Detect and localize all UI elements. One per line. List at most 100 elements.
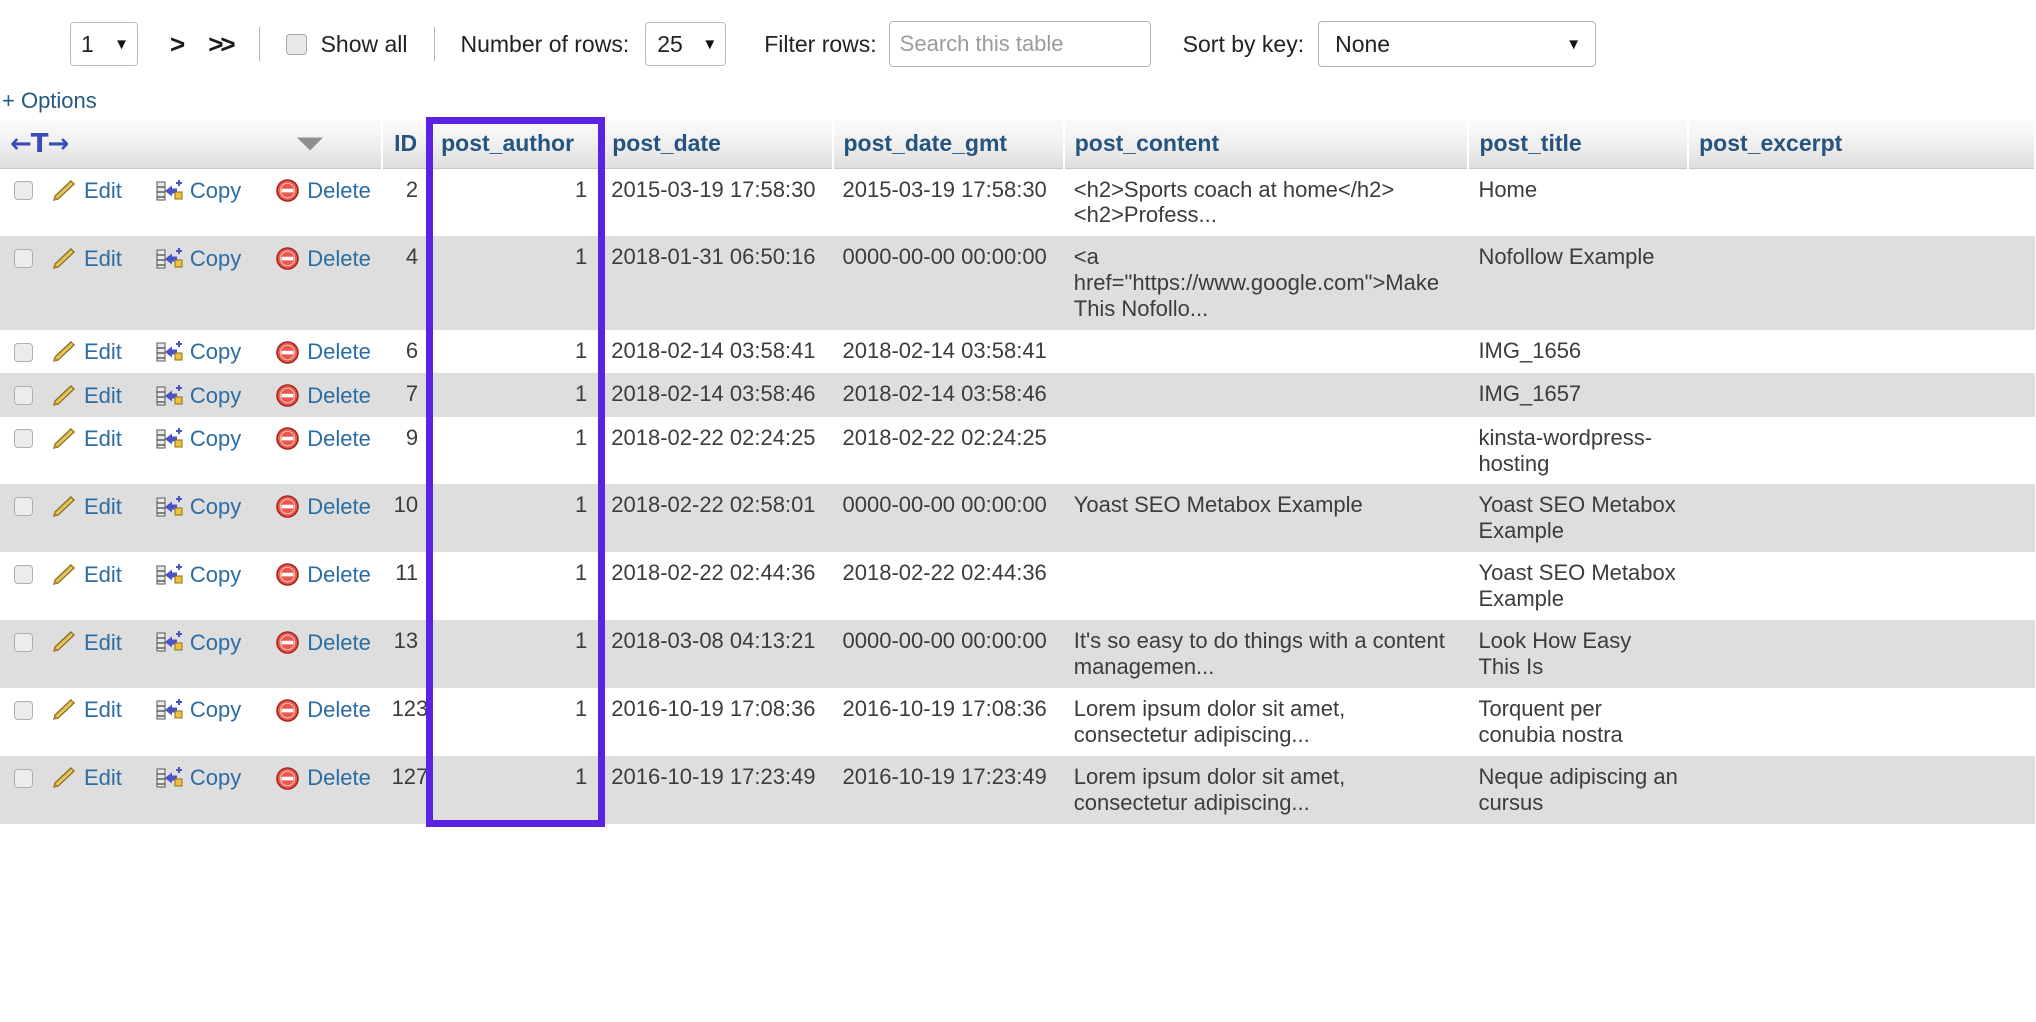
row-select-checkbox[interactable] <box>14 429 33 448</box>
copy-label[interactable]: Copy <box>190 383 241 409</box>
edit-label[interactable]: Edit <box>84 246 122 272</box>
row-select-checkbox[interactable] <box>14 343 33 362</box>
cell-post-author[interactable]: 1 <box>430 236 601 330</box>
cell-post-date[interactable]: 2018-02-14 03:58:46 <box>601 373 832 416</box>
table-row[interactable]: EditCopyDelete1312018-03-08 04:13:210000… <box>0 620 2035 688</box>
copy-label[interactable]: Copy <box>190 494 241 520</box>
cell-post-content[interactable]: Lorem ipsum dolor sit amet, consectetur … <box>1064 756 1469 824</box>
copy-label[interactable]: Copy <box>190 246 241 272</box>
copy-action[interactable]: Copy <box>156 630 257 656</box>
cell-post-title[interactable]: IMG_1656 <box>1468 330 1688 373</box>
cell-post-title[interactable]: Nofollow Example <box>1468 236 1688 330</box>
copy-action[interactable]: Copy <box>156 562 257 588</box>
cell-post-content[interactable]: <a href="https://www.google.com">Make Th… <box>1064 236 1469 330</box>
table-row[interactable]: EditCopyDelete1012018-02-22 02:58:010000… <box>0 484 2035 552</box>
delete-action[interactable]: Delete <box>275 383 387 409</box>
cell-post-excerpt[interactable] <box>1688 484 2035 552</box>
cell-post-date[interactable]: 2015-03-19 17:58:30 <box>601 168 832 236</box>
cell-post-author[interactable]: 1 <box>430 417 601 485</box>
delete-label[interactable]: Delete <box>307 697 371 723</box>
delete-action[interactable]: Delete <box>275 339 387 365</box>
copy-action[interactable]: Copy <box>156 697 257 723</box>
column-header-post-excerpt[interactable]: post_excerpt <box>1688 120 2035 168</box>
cell-post-author[interactable]: 1 <box>430 168 601 236</box>
delete-label[interactable]: Delete <box>307 562 371 588</box>
column-header-id[interactable]: ID <box>382 120 431 168</box>
sort-by-key-select[interactable]: None ▼ <box>1318 21 1596 67</box>
delete-action[interactable]: Delete <box>275 494 387 520</box>
row-select-checkbox[interactable] <box>14 769 33 788</box>
row-select-checkbox[interactable] <box>14 633 33 652</box>
cell-post-excerpt[interactable] <box>1688 236 2035 330</box>
cell-post-content[interactable]: Yoast SEO Metabox Example <box>1064 484 1469 552</box>
delete-action[interactable]: Delete <box>275 178 387 204</box>
cell-post-date-gmt[interactable]: 2018-02-14 03:58:41 <box>833 330 1064 373</box>
cell-post-date-gmt[interactable]: 0000-00-00 00:00:00 <box>833 236 1064 330</box>
delete-label[interactable]: Delete <box>307 339 371 365</box>
copy-action[interactable]: Copy <box>156 426 257 452</box>
copy-action[interactable]: Copy <box>156 765 257 791</box>
copy-action[interactable]: Copy <box>156 494 257 520</box>
column-header-post-content[interactable]: post_content <box>1064 120 1469 168</box>
delete-label[interactable]: Delete <box>307 765 371 791</box>
copy-label[interactable]: Copy <box>190 339 241 365</box>
cell-post-date[interactable]: 2018-02-22 02:58:01 <box>601 484 832 552</box>
cell-post-date-gmt[interactable]: 0000-00-00 00:00:00 <box>833 484 1064 552</box>
cell-post-date-gmt[interactable]: 2016-10-19 17:08:36 <box>833 688 1064 756</box>
cell-post-date[interactable]: 2018-02-22 02:24:25 <box>601 417 832 485</box>
table-row[interactable]: EditCopyDelete912018-02-22 02:24:252018-… <box>0 417 2035 485</box>
delete-action[interactable]: Delete <box>275 246 387 272</box>
cell-post-author[interactable]: 1 <box>430 620 601 688</box>
delete-label[interactable]: Delete <box>307 494 371 520</box>
cell-post-content[interactable] <box>1064 552 1469 620</box>
cell-post-date-gmt[interactable]: 2015-03-19 17:58:30 <box>833 168 1064 236</box>
table-row[interactable]: EditCopyDelete12312016-10-19 17:08:36201… <box>0 688 2035 756</box>
delete-label[interactable]: Delete <box>307 630 371 656</box>
copy-label[interactable]: Copy <box>190 697 241 723</box>
edit-action[interactable]: Edit <box>51 426 138 452</box>
row-select-checkbox[interactable] <box>14 701 33 720</box>
cell-post-title[interactable]: Look How Easy This Is <box>1468 620 1688 688</box>
cell-post-author[interactable]: 1 <box>430 756 601 824</box>
edit-action[interactable]: Edit <box>51 178 138 204</box>
column-header-post-title[interactable]: post_title <box>1468 120 1688 168</box>
edit-action[interactable]: Edit <box>51 562 138 588</box>
copy-label[interactable]: Copy <box>190 426 241 452</box>
show-all-label[interactable]: Show all <box>321 31 408 58</box>
edit-label[interactable]: Edit <box>84 765 122 791</box>
number-of-rows-select[interactable]: 25 ▼ <box>645 22 726 66</box>
cell-post-author[interactable]: 1 <box>430 330 601 373</box>
delete-label[interactable]: Delete <box>307 178 371 204</box>
copy-action[interactable]: Copy <box>156 339 257 365</box>
copy-action[interactable]: Copy <box>156 246 257 272</box>
cell-post-date[interactable]: 2018-03-08 04:13:21 <box>601 620 832 688</box>
edit-label[interactable]: Edit <box>84 630 122 656</box>
cell-post-content[interactable]: It's so easy to do things with a content… <box>1064 620 1469 688</box>
cell-post-content[interactable]: <h2>Sports coach at home</h2> <h2>Profes… <box>1064 168 1469 236</box>
cell-post-author[interactable]: 1 <box>430 373 601 416</box>
cell-post-excerpt[interactable] <box>1688 688 2035 756</box>
delete-action[interactable]: Delete <box>275 765 387 791</box>
edit-label[interactable]: Edit <box>84 426 122 452</box>
filter-rows-input[interactable] <box>889 21 1151 67</box>
copy-label[interactable]: Copy <box>190 630 241 656</box>
cell-post-title[interactable]: Torquent per conubia nostra <box>1468 688 1688 756</box>
cell-post-date-gmt[interactable]: 2016-10-19 17:23:49 <box>833 756 1064 824</box>
edit-action[interactable]: Edit <box>51 494 138 520</box>
copy-label[interactable]: Copy <box>190 562 241 588</box>
cell-post-author[interactable]: 1 <box>430 552 601 620</box>
cell-post-content[interactable] <box>1064 373 1469 416</box>
table-row[interactable]: EditCopyDelete712018-02-14 03:58:462018-… <box>0 373 2035 416</box>
delete-action[interactable]: Delete <box>275 697 387 723</box>
edit-action[interactable]: Edit <box>51 630 138 656</box>
column-header-post-date-gmt[interactable]: post_date_gmt <box>833 120 1064 168</box>
cell-post-author[interactable]: 1 <box>430 484 601 552</box>
cell-post-title[interactable]: IMG_1657 <box>1468 373 1688 416</box>
next-page-button[interactable]: > <box>170 29 182 60</box>
cell-post-excerpt[interactable] <box>1688 417 2035 485</box>
edit-label[interactable]: Edit <box>84 562 122 588</box>
table-row[interactable]: EditCopyDelete412018-01-31 06:50:160000-… <box>0 236 2035 330</box>
table-row[interactable]: EditCopyDelete1112018-02-22 02:44:362018… <box>0 552 2035 620</box>
cell-post-title[interactable]: Neque adipiscing an cursus <box>1468 756 1688 824</box>
delete-label[interactable]: Delete <box>307 383 371 409</box>
